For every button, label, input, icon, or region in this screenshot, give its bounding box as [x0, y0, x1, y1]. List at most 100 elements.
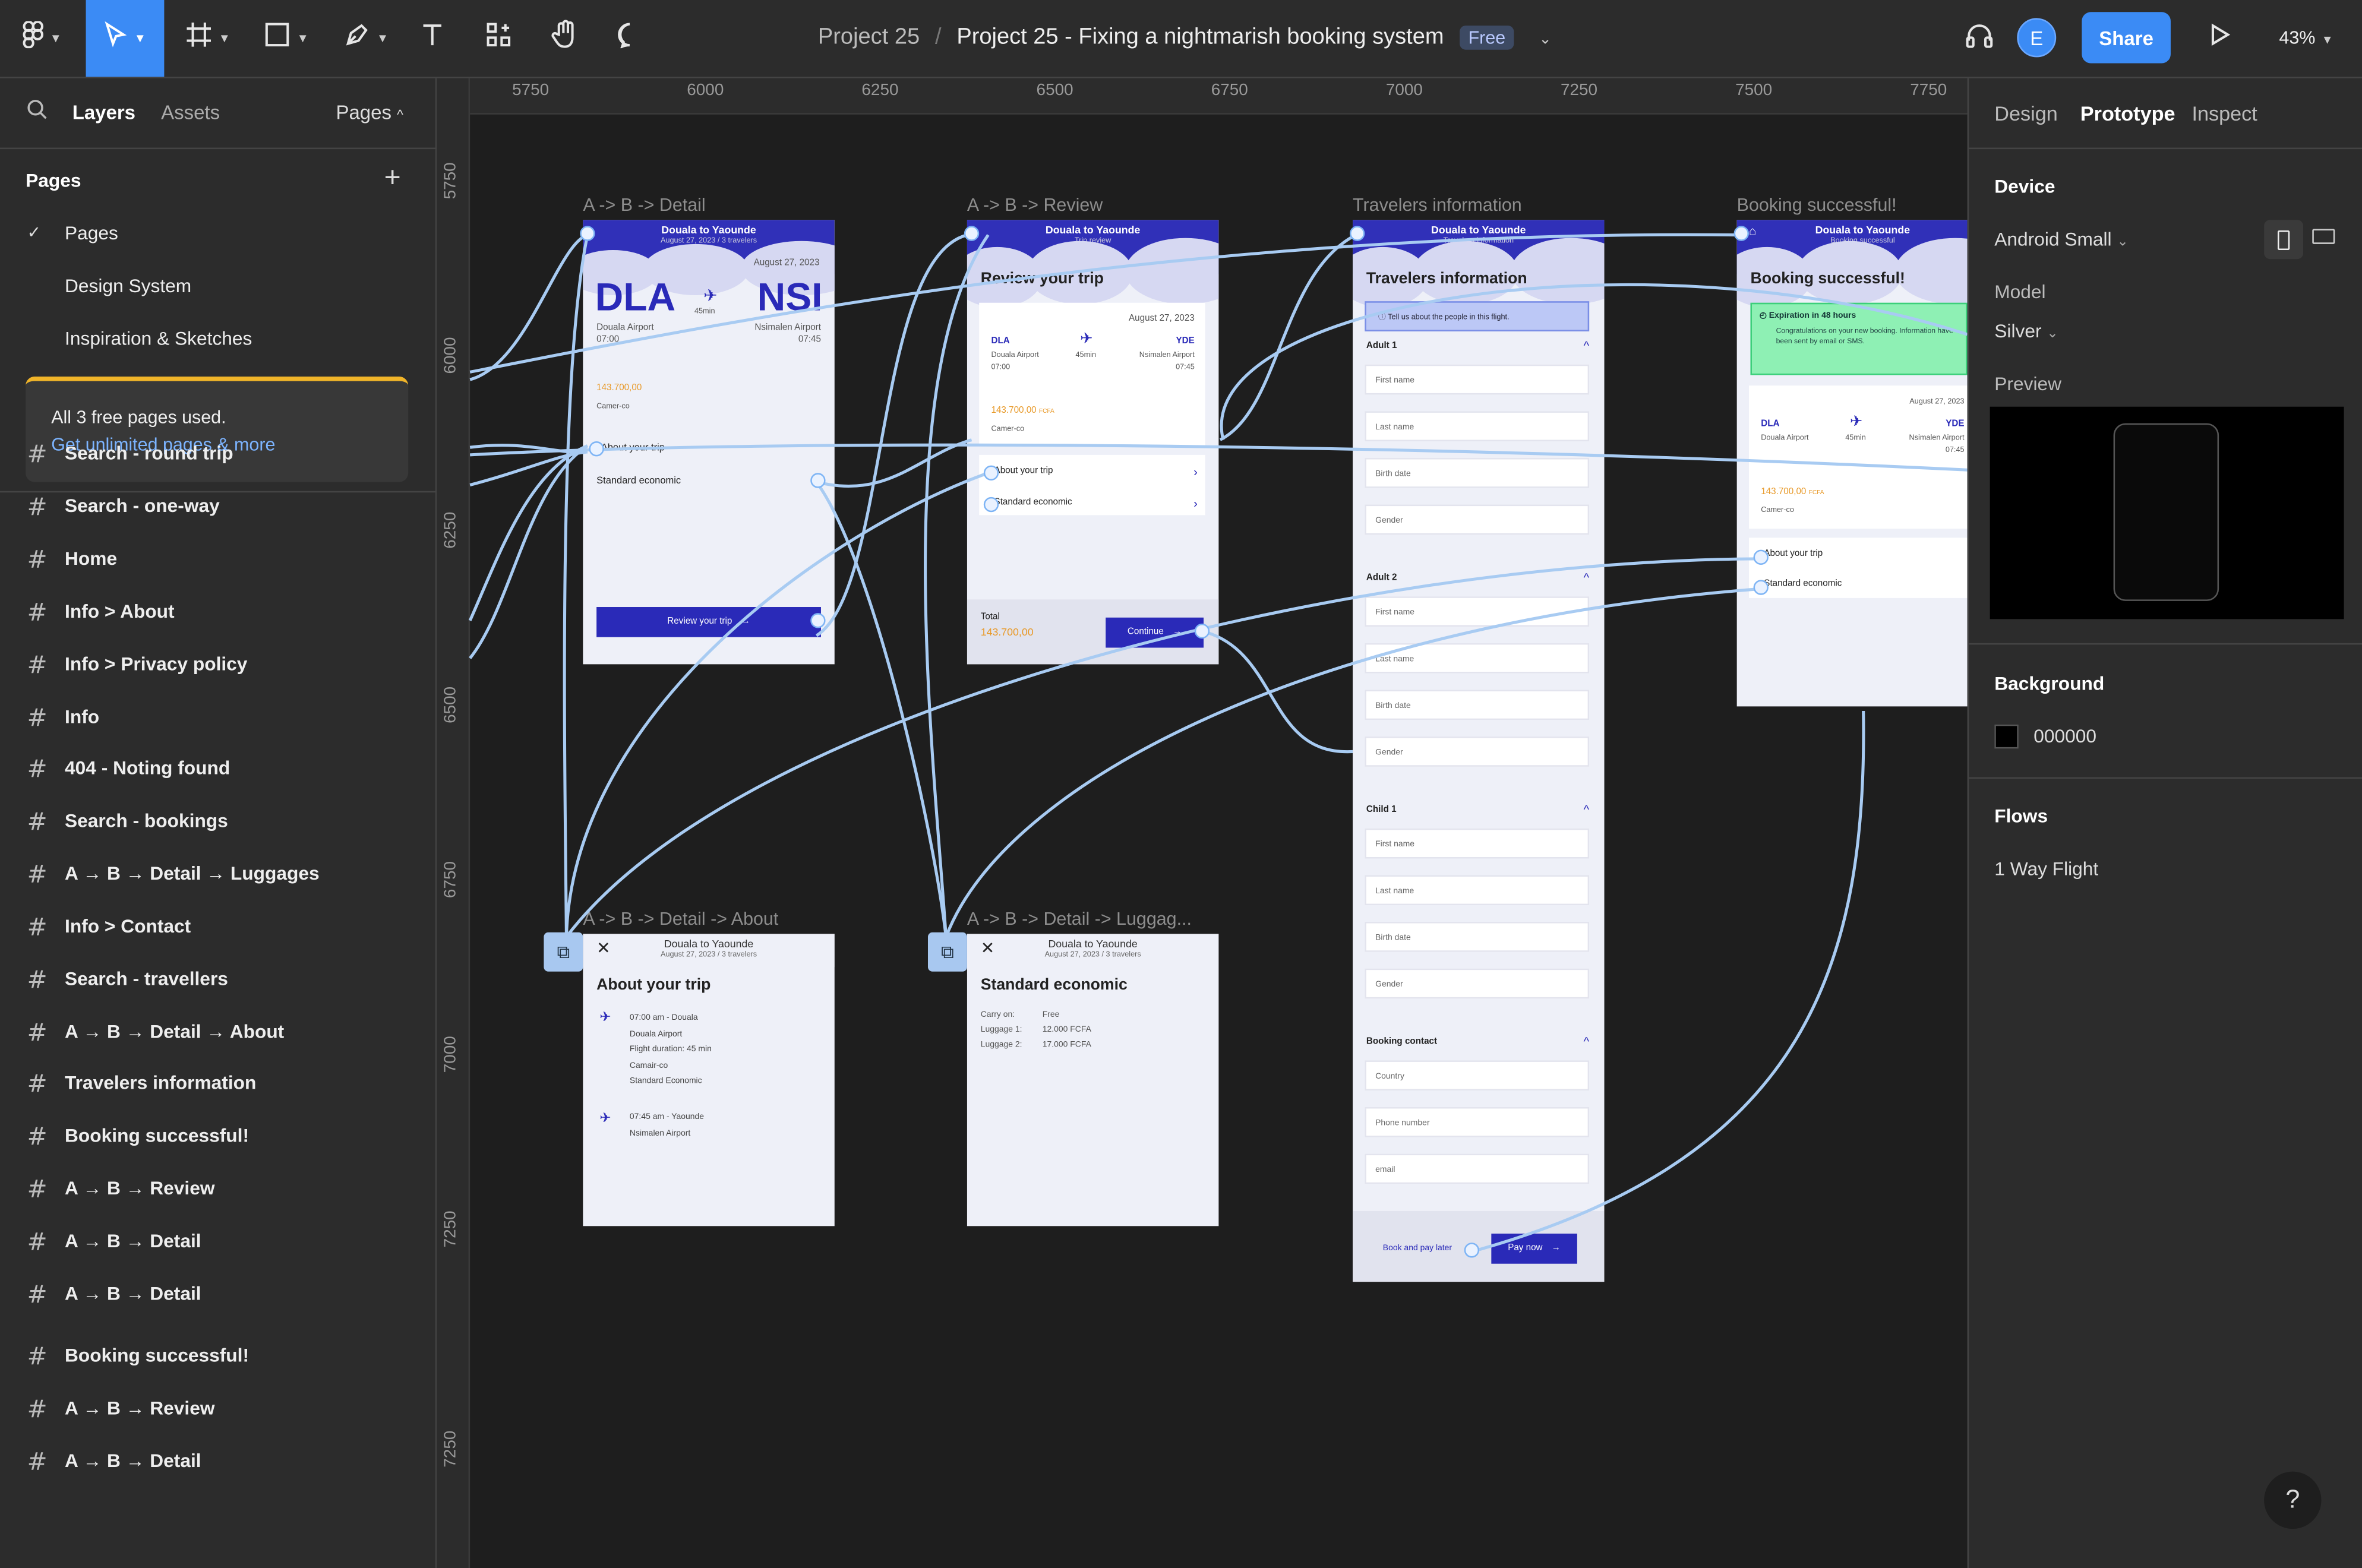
form-field[interactable]: Birth date	[1365, 457, 1590, 488]
layer-item-label[interactable]: A → B → Detail → About	[65, 1021, 284, 1042]
layer-item[interactable]: # Info > Contact	[27, 911, 191, 941]
layer-item-label[interactable]: Info > About	[65, 601, 175, 622]
about-trip-link[interactable]: About your trip	[601, 443, 665, 454]
canvas[interactable]: 5750 6000 6250 6500 6750 7000 7250 7500 7750 575…	[437, 78, 1968, 1568]
file-title[interactable]: Project 25 / Project 25 - Fixing a night…	[818, 24, 1552, 50]
fare-link[interactable]: Standard economic	[1764, 580, 1842, 589]
frame-about[interactable]: ✕ Douala to Yaounde August 27, 2023 / 3 …	[583, 934, 835, 1226]
connection-handle[interactable]	[983, 465, 999, 480]
continue-button[interactable]: Continue →	[1106, 617, 1204, 648]
review-trip-button[interactable]: Review your trip →	[596, 607, 821, 637]
chevron-down-icon[interactable]: ⌄	[1539, 31, 1551, 48]
layer-item[interactable]: # A → B → Review	[27, 1393, 215, 1424]
frame-label-review[interactable]: A -> B -> Review	[967, 194, 1103, 216]
connection-handle[interactable]	[589, 441, 604, 457]
zoom-menu[interactable]: 43% ▼	[2279, 27, 2333, 49]
form-field[interactable]: email	[1365, 1153, 1590, 1184]
pay-now-button[interactable]: Pay now →	[1491, 1233, 1577, 1264]
section-header[interactable]: Adult 2	[1366, 574, 1397, 583]
review-trip-label[interactable]: Review your trip	[667, 618, 732, 627]
layer-item[interactable]: # Travelers information	[27, 1068, 257, 1098]
layer-item[interactable]: # A → B → Detail	[27, 1279, 201, 1309]
form-field[interactable]: Gender	[1365, 504, 1590, 535]
layer-item-label[interactable]: Info > Privacy policy	[65, 654, 247, 675]
flow-item[interactable]: 1 Way Flight	[1994, 859, 2098, 880]
section-header[interactable]: Booking contact	[1366, 1038, 1437, 1047]
frame-detail[interactable]: Douala to Yaounde August 27, 2023 / 3 tr…	[583, 220, 835, 665]
tab-assets[interactable]: Assets	[161, 100, 220, 123]
zoom-value[interactable]: 43%	[2279, 27, 2316, 49]
layer-item[interactable]: # A → B → Review	[27, 1174, 215, 1204]
about-trip-link[interactable]: About your trip	[994, 467, 1053, 476]
pen-tool-button[interactable]: ▼	[336, 0, 396, 77]
form-field[interactable]: Last name	[1365, 643, 1590, 674]
layer-item-label[interactable]: Search - round trip	[65, 443, 233, 464]
form-field[interactable]: Country	[1365, 1060, 1590, 1091]
frame-label-travelers[interactable]: Travelers information	[1353, 194, 1522, 216]
hand-tool-button[interactable]	[545, 0, 585, 77]
portrait-toggle[interactable]	[2264, 220, 2304, 260]
layer-item[interactable]: # A → B → Detail	[27, 1226, 201, 1256]
layer-item-label[interactable]: Search - one-way	[65, 495, 220, 517]
fare-link[interactable]: Standard economic	[596, 476, 681, 486]
form-field[interactable]: Phone number	[1365, 1107, 1590, 1137]
layer-item-label[interactable]: Booking successful!	[65, 1345, 249, 1367]
landscape-icon[interactable]	[2312, 229, 2335, 244]
connection-handle[interactable]	[964, 226, 980, 241]
layer-item-label[interactable]: 404 - Noting found	[65, 758, 230, 779]
model-value[interactable]: Silver	[1994, 321, 2041, 342]
section-header[interactable]: Child 1	[1366, 806, 1397, 815]
layer-item[interactable]: # Home	[27, 543, 117, 574]
fare-link[interactable]: Standard economic	[994, 498, 1072, 507]
project-name[interactable]: Project 25	[818, 24, 920, 50]
present-button[interactable]	[2201, 0, 2240, 77]
frame-label-about[interactable]: A -> B -> Detail -> About	[583, 908, 778, 930]
layer-item-label[interactable]: Travelers information	[65, 1073, 256, 1094]
frame-review[interactable]: Douala to Yaounde Trip review Review you…	[967, 220, 1219, 665]
audio-button[interactable]	[1960, 0, 1999, 77]
connection-handle[interactable]	[580, 226, 595, 241]
frame-tool-button[interactable]: ▼	[178, 0, 238, 77]
layer-item-label[interactable]: Home	[65, 548, 117, 570]
frame-luggage[interactable]: ✕ Douala to Yaounde August 27, 2023 / 3 …	[967, 934, 1219, 1226]
frame-travelers[interactable]: Douala to Yaounde Travelers information …	[1353, 220, 1605, 1282]
tab-design[interactable]: Design	[1994, 102, 2058, 125]
layer-item-label[interactable]: A → B → Detail	[65, 1284, 201, 1305]
layer-item[interactable]: #404 - Noting found	[27, 753, 230, 783]
form-field[interactable]: Gender	[1365, 968, 1590, 999]
layer-item[interactable]: # Search - round trip	[27, 438, 233, 469]
background-value[interactable]: 000000	[2033, 726, 2096, 747]
layer-item[interactable]: # Search - one-way	[27, 491, 220, 521]
layer-item[interactable]: # Info > About	[27, 596, 175, 627]
shape-tool-button[interactable]: ▼	[256, 0, 316, 77]
connection-handle[interactable]	[1733, 226, 1749, 241]
layer-item[interactable]: # A → B → Detail	[27, 1446, 201, 1477]
about-trip-link[interactable]: About your trip	[1764, 550, 1823, 559]
chevron-up-icon[interactable]: ^	[1584, 1035, 1590, 1048]
form-field[interactable]: Birth date	[1365, 690, 1590, 720]
add-page-icon[interactable]: +	[384, 163, 401, 196]
background-swatch[interactable]	[1994, 724, 2019, 749]
device-value[interactable]: Android Small	[1994, 229, 2111, 250]
continue-label[interactable]: Continue	[1128, 628, 1164, 637]
layer-item-label[interactable]: A → B → Detail → Luggages	[65, 863, 320, 884]
tab-layers[interactable]: Layers	[72, 100, 135, 123]
pages-toggle-label[interactable]: Pages	[336, 101, 391, 124]
connection-handle[interactable]	[1349, 226, 1365, 241]
resources-tool-button[interactable]	[479, 0, 518, 77]
page-item-pages[interactable]: Pages	[65, 223, 118, 244]
layer-item[interactable]: # A → B → Detail → Luggages	[27, 859, 320, 889]
connection-handle[interactable]	[1464, 1243, 1480, 1258]
tab-prototype[interactable]: Prototype	[2080, 102, 2175, 125]
layer-item-label[interactable]: A → B → Detail	[65, 1231, 201, 1252]
chevron-up-icon[interactable]: ^	[1584, 571, 1590, 584]
page-item-inspiration[interactable]: Inspiration & Sketches	[65, 328, 252, 350]
connection-handle[interactable]	[810, 613, 826, 628]
layer-item-label[interactable]: Search - travellers	[65, 969, 228, 990]
frame-label-success[interactable]: Booking successful!	[1737, 194, 1897, 216]
connection-handle[interactable]	[983, 497, 999, 513]
layer-item-label[interactable]: Info	[65, 706, 99, 728]
layer-item[interactable]: # Booking successful!	[27, 1341, 249, 1371]
layer-item[interactable]: # Search - bookings	[27, 806, 228, 836]
form-field[interactable]: First name	[1365, 828, 1590, 859]
